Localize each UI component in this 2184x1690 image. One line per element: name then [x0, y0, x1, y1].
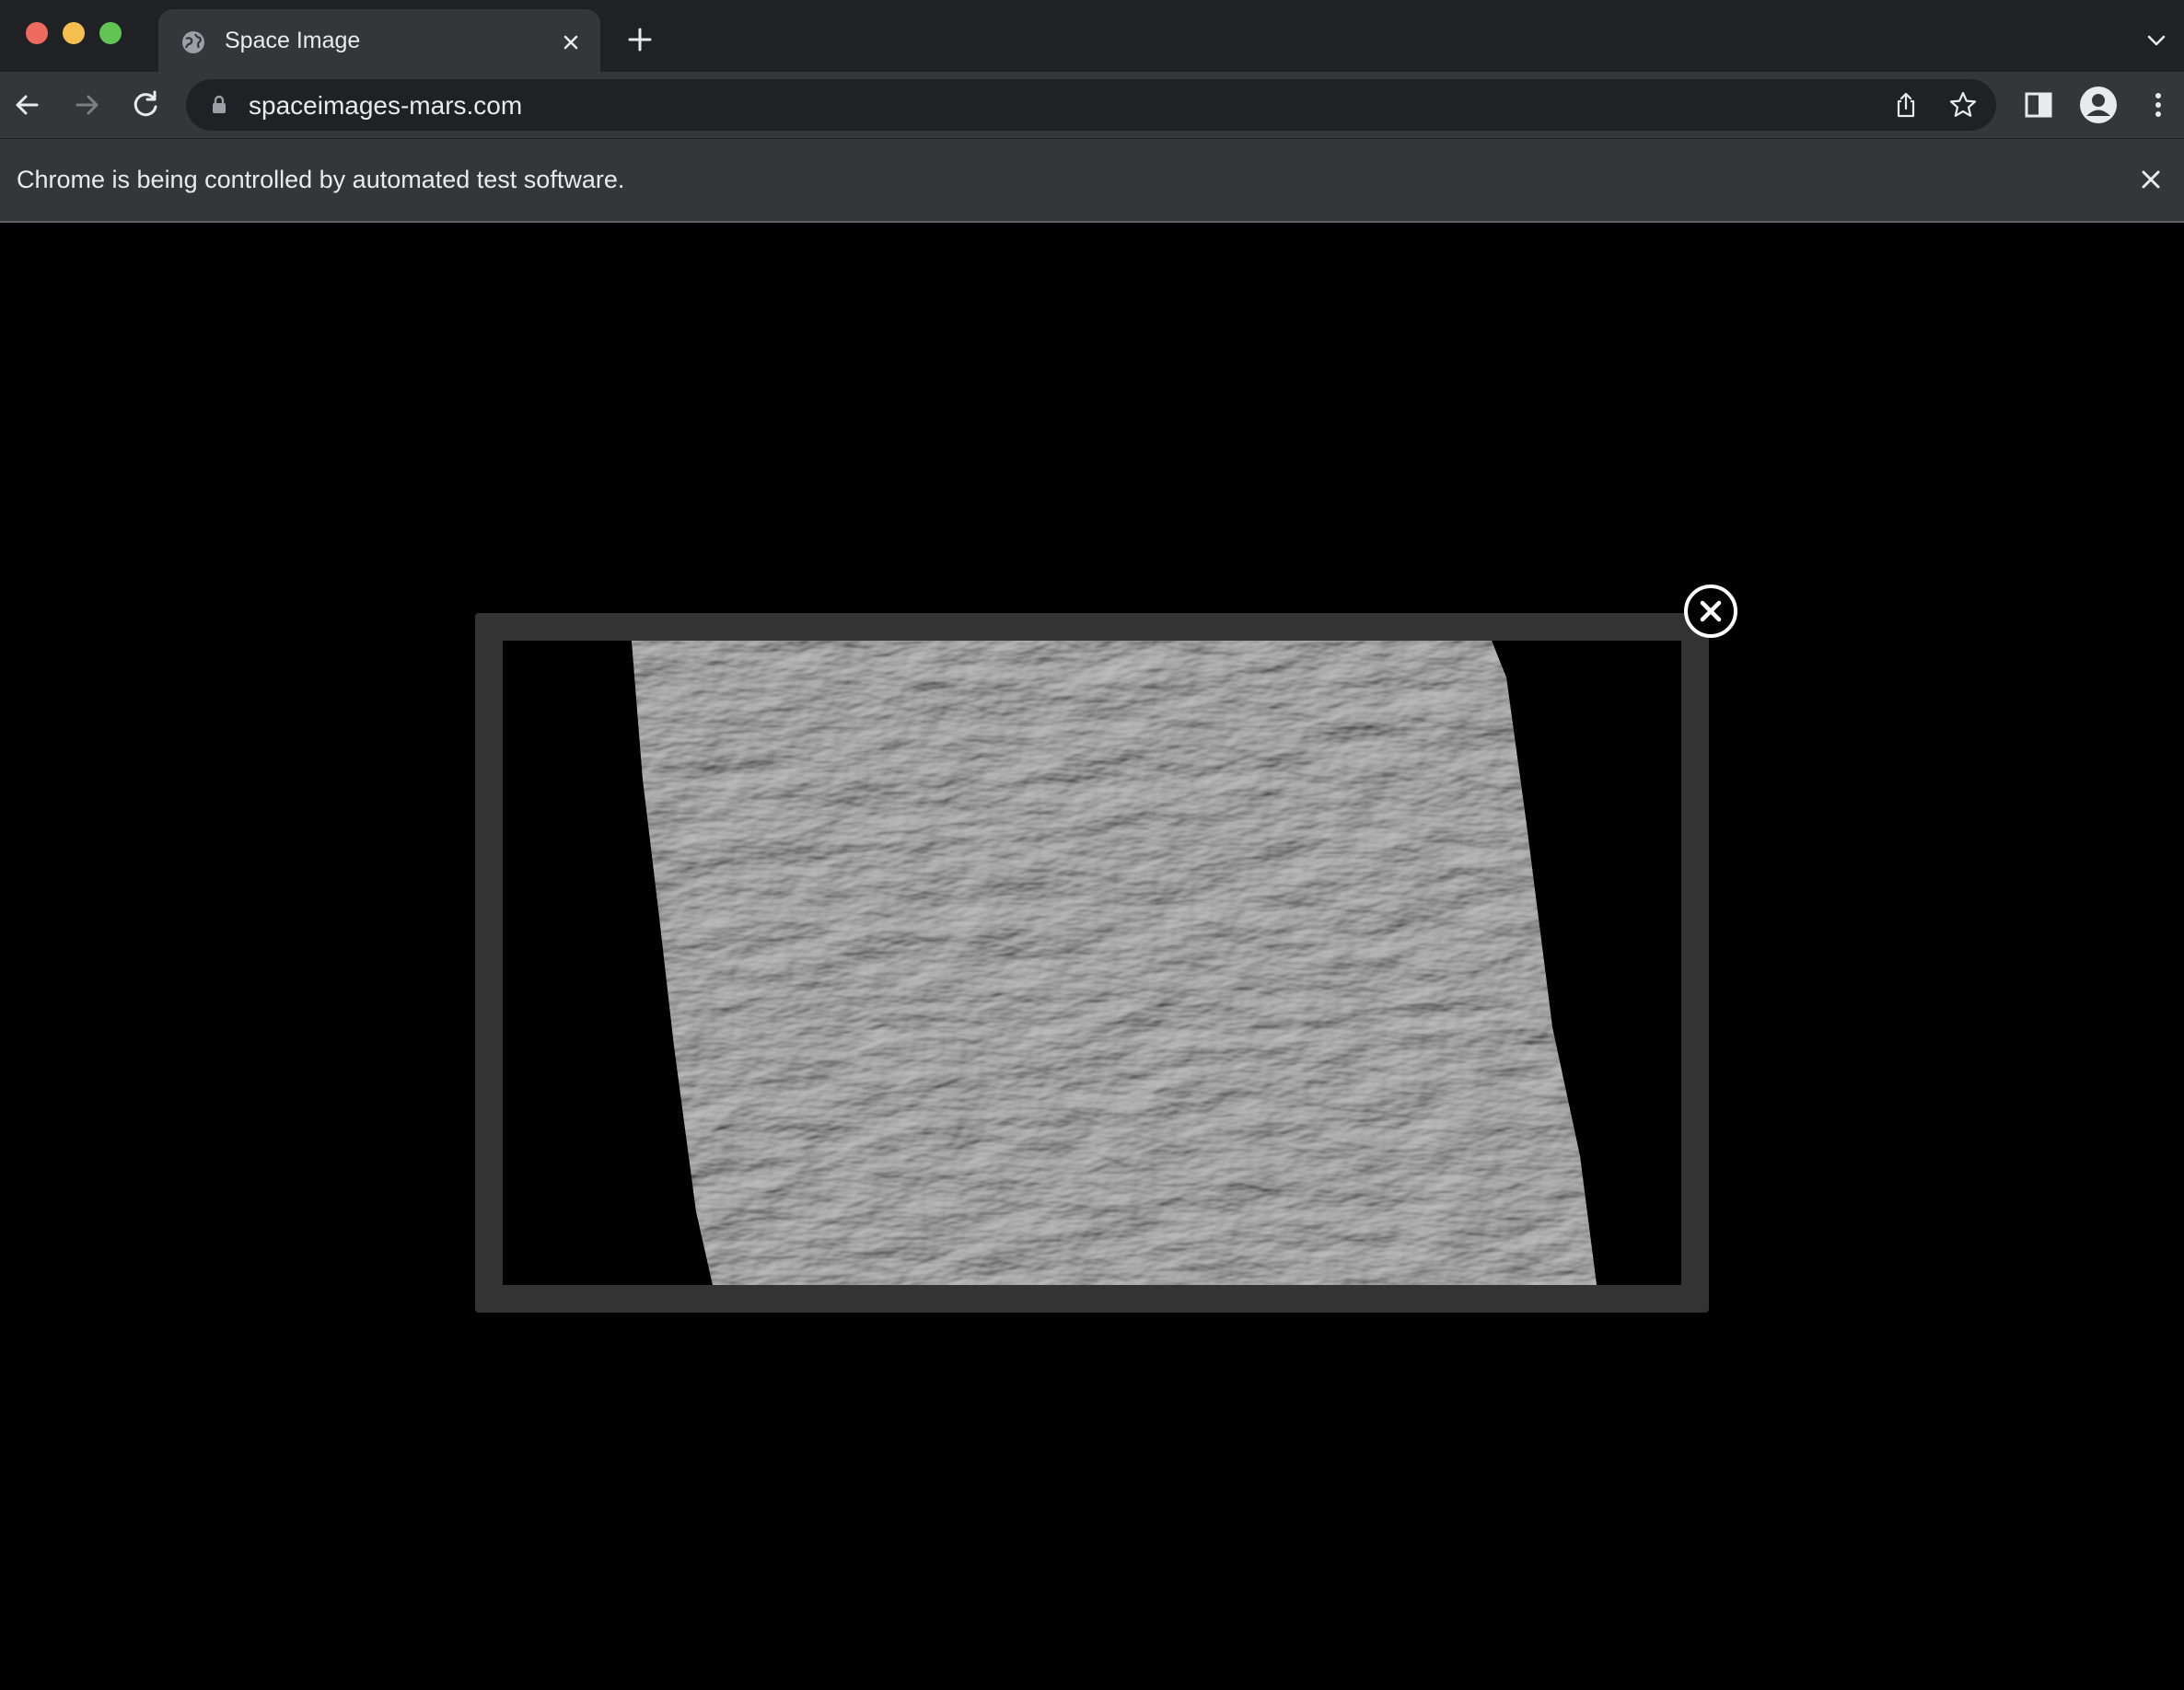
star-icon[interactable] [1948, 90, 1978, 120]
profile-icon[interactable] [2079, 86, 2118, 124]
lightbox-image-area [503, 641, 1681, 1285]
share-icon[interactable] [1891, 90, 1921, 120]
plus-icon[interactable] [626, 26, 654, 53]
url-text[interactable]: spaceimages-mars.com [249, 91, 522, 121]
forward-arrow-icon[interactable] [70, 88, 103, 122]
side-panel-icon[interactable] [2022, 88, 2055, 122]
image-lightbox [475, 613, 1709, 1313]
window-close-button[interactable] [26, 22, 48, 44]
browser-toolbar: spaceimages-mars.com [0, 72, 2184, 138]
back-arrow-icon[interactable] [11, 88, 44, 122]
tab-title: Space Image [225, 28, 361, 53]
kebab-menu-icon[interactable] [2142, 88, 2175, 122]
globe-icon [182, 31, 204, 53]
tab-strip: Space Image [0, 0, 2184, 72]
infobar-message: Chrome is being controlled by automated … [17, 166, 625, 193]
close-icon[interactable] [558, 29, 584, 55]
circle-close-icon[interactable] [1683, 584, 1738, 639]
window-minimize-button[interactable] [63, 22, 85, 44]
automation-infobar: Chrome is being controlled by automated … [0, 138, 2184, 223]
close-icon[interactable] [2138, 167, 2164, 192]
reload-icon[interactable] [129, 88, 162, 122]
window-zoom-button[interactable] [99, 22, 122, 44]
address-bar[interactable]: spaceimages-mars.com [186, 79, 1996, 131]
mars-dunes-image [503, 641, 1681, 1285]
page-content [0, 223, 2184, 1690]
chevron-down-icon[interactable] [2145, 29, 2167, 52]
tab-space-image[interactable]: Space Image [158, 9, 600, 72]
lock-icon[interactable] [208, 94, 230, 116]
browser-window: Space Image spaceimages-mars.com Chrome … [0, 0, 2184, 1690]
